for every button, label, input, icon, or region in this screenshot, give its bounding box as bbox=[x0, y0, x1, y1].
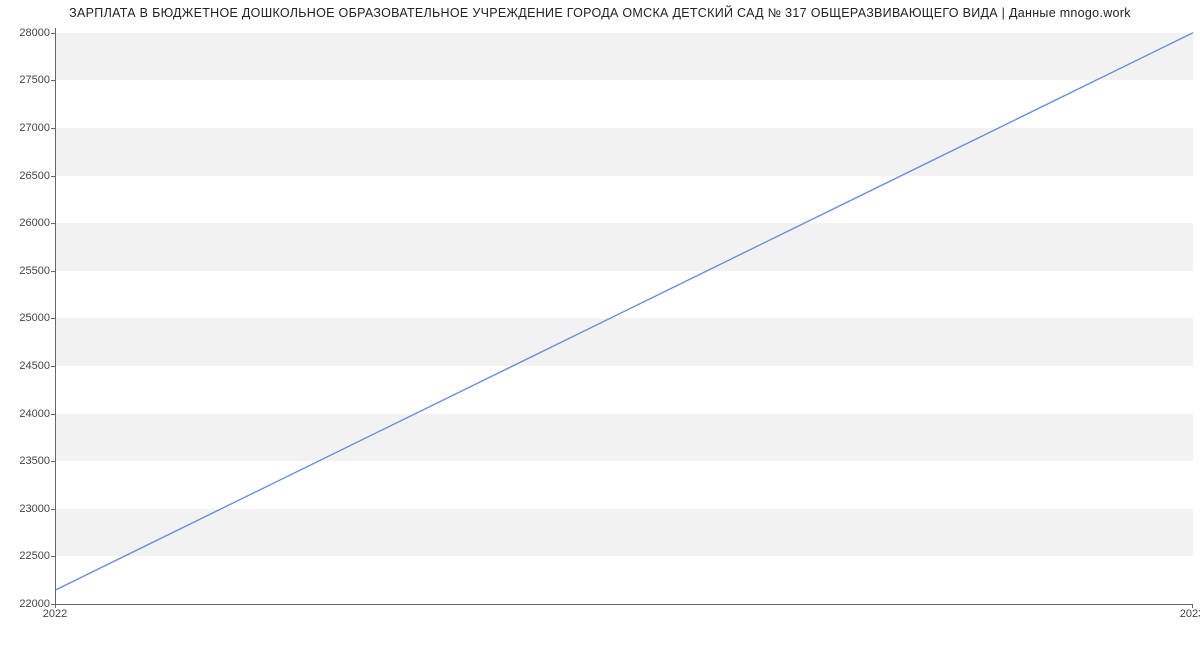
y-tick-label: 27000 bbox=[4, 122, 50, 134]
y-tick-label: 25500 bbox=[4, 265, 50, 277]
y-tick-label: 22500 bbox=[4, 550, 50, 562]
x-tick-mark bbox=[1192, 604, 1193, 608]
x-tick-label: 2022 bbox=[43, 608, 67, 620]
y-tick-mark bbox=[51, 128, 55, 129]
y-tick-label: 24000 bbox=[4, 408, 50, 420]
x-tick-mark bbox=[55, 604, 56, 608]
y-tick-mark bbox=[51, 461, 55, 462]
y-tick-mark bbox=[51, 366, 55, 367]
y-tick-label: 26500 bbox=[4, 170, 50, 182]
y-tick-mark bbox=[51, 556, 55, 557]
chart-title: ЗАРПЛАТА В БЮДЖЕТНОЕ ДОШКОЛЬНОЕ ОБРАЗОВА… bbox=[0, 6, 1200, 20]
y-tick-mark bbox=[51, 318, 55, 319]
y-tick-label: 24500 bbox=[4, 360, 50, 372]
y-tick-label: 27500 bbox=[4, 74, 50, 86]
y-tick-label: 26000 bbox=[4, 217, 50, 229]
y-tick-mark bbox=[51, 223, 55, 224]
y-tick-label: 28000 bbox=[4, 27, 50, 39]
y-tick-label: 23500 bbox=[4, 455, 50, 467]
y-tick-mark bbox=[51, 509, 55, 510]
plot-area bbox=[55, 28, 1193, 605]
y-tick-mark bbox=[51, 271, 55, 272]
x-tick-label: 2023 bbox=[1180, 608, 1200, 620]
chart-container: ЗАРПЛАТА В БЮДЖЕТНОЕ ДОШКОЛЬНОЕ ОБРАЗОВА… bbox=[0, 0, 1200, 650]
line-series bbox=[56, 28, 1193, 604]
y-tick-label: 25000 bbox=[4, 312, 50, 324]
y-tick-mark bbox=[51, 33, 55, 34]
y-tick-label: 23000 bbox=[4, 503, 50, 515]
y-tick-mark bbox=[51, 176, 55, 177]
y-tick-mark bbox=[51, 80, 55, 81]
y-tick-mark bbox=[51, 414, 55, 415]
